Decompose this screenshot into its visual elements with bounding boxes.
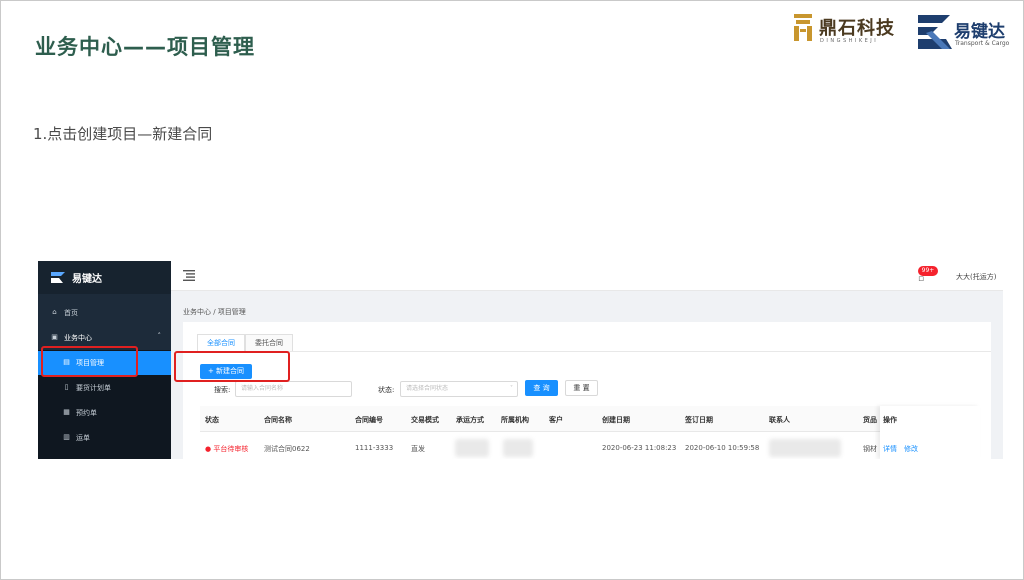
breadcrumb: 业务中心 / 项目管理	[183, 308, 246, 316]
col-goods: 货品	[863, 416, 877, 424]
yijianda-logo-tagline: Transport & Cargo	[955, 40, 1010, 47]
search-label: 搜索:	[214, 386, 231, 394]
col-actions: 操作	[883, 416, 897, 424]
menu-toggle-icon[interactable]	[183, 270, 195, 281]
reset-button[interactable]: 重 置	[565, 380, 598, 396]
dingshi-logo-name: 鼎石科技	[819, 18, 895, 39]
notification-icon[interactable]: ▫	[918, 274, 932, 288]
sidebar-brand: 易键达	[38, 261, 171, 294]
sidebar-item-waybill[interactable]: ▥ 运单	[38, 426, 171, 450]
col-code: 合同编号	[355, 416, 383, 424]
actions-column: 操作 详情 修改	[880, 406, 980, 459]
col-contact: 联系人	[769, 416, 790, 424]
row-mode: 直发	[411, 445, 425, 453]
sidebar-item-label: 预约单	[76, 409, 97, 417]
sidebar-item-appointment[interactable]: ▦ 预约单	[38, 401, 171, 425]
home-icon: ⌂	[52, 308, 57, 316]
slide-title: 业务中心——项目管理	[35, 35, 255, 59]
row-name: 测试合同0622	[264, 445, 310, 453]
highlight-new-contract	[174, 351, 290, 382]
col-carrier: 承运方式	[456, 416, 484, 424]
col-signed: 签订日期	[685, 416, 713, 424]
slide: 业务中心——项目管理 1.点击创建项目—新建合同 鼎石科技 DINGSHIKEJ…	[0, 0, 1024, 580]
sidebar-item-demand-plan[interactable]: ▯ 要货计划单	[38, 376, 171, 400]
document-icon: ▯	[64, 383, 69, 391]
details-link[interactable]: 详情	[883, 444, 897, 454]
yijianda-logo: 易键达 Transport & Cargo	[916, 11, 1016, 55]
row-code: 1111-3333	[355, 444, 394, 452]
col-org: 所属机构	[501, 416, 529, 424]
user-menu[interactable]: 大大(托运方)	[956, 272, 996, 282]
sidebar-item-label: 要货计划单	[76, 384, 111, 392]
slide-subtitle: 1.点击创建项目—新建合同	[33, 125, 213, 143]
row-status: ● 平台待审核	[205, 445, 249, 453]
table-header: 状态 合同名称 合同编号 交易模式 承运方式 所属机构 客户 创建日期 签订日期…	[200, 406, 980, 432]
redacted-carrier	[455, 439, 489, 457]
tab-all-contracts[interactable]: 全部合同	[197, 334, 245, 352]
col-mode: 交易模式	[411, 416, 439, 424]
yijianda-logo-icon	[918, 15, 952, 49]
col-status: 状态	[205, 416, 219, 424]
redacted-org	[503, 439, 533, 457]
list-icon: ▥	[63, 433, 70, 441]
highlight-project-menu	[41, 346, 138, 377]
sidebar-item-label: 首页	[64, 309, 78, 317]
row-created: 2020-06-23 11:08:23	[602, 444, 677, 452]
col-customer: 客户	[549, 416, 563, 424]
topbar: ▫ 99+ 大大(托运方)	[171, 261, 1003, 291]
redacted-contact	[769, 439, 841, 457]
calendar-icon: ▦	[63, 408, 70, 416]
dingshi-logo-icon	[794, 14, 812, 41]
notification-badge: 99+	[918, 266, 938, 276]
status-label: 状态:	[378, 386, 395, 394]
brand-name: 易键达	[72, 274, 102, 285]
edit-link[interactable]: 修改	[904, 444, 918, 454]
chevron-down-icon: ˅	[510, 385, 513, 392]
business-icon: ▣	[51, 333, 58, 341]
dingshi-logo: 鼎石科技 DINGSHIKEJI	[793, 13, 908, 47]
sidebar-item-label: 业务中心	[64, 334, 92, 342]
search-input[interactable]: 请输入合同名称	[235, 381, 352, 397]
status-select-placeholder: 请选择合同状态	[406, 385, 449, 392]
yijianda-logo-name: 易键达	[954, 22, 1005, 42]
sidebar-item-home[interactable]: ⌂ 首页	[38, 301, 171, 325]
row-goods: 钢材	[863, 445, 877, 453]
col-created: 创建日期	[602, 416, 630, 424]
query-button[interactable]: 查 询	[525, 380, 558, 396]
dingshi-logo-romanized: DINGSHIKEJI	[820, 38, 879, 44]
tabs-divider	[183, 351, 991, 352]
brand-logo-icon	[51, 272, 65, 283]
content-card: 全部合同 委托合同 + 新建合同 搜索: 请输入合同名称 状态: 请选择合同状态…	[183, 322, 991, 459]
chevron-up-icon: ˄	[157, 332, 162, 340]
col-name: 合同名称	[264, 416, 292, 424]
status-select[interactable]: 请选择合同状态 ˅	[400, 381, 518, 397]
tab-entrusted-contracts[interactable]: 委托合同	[245, 334, 293, 352]
row-signed: 2020-06-10 10:59:58	[685, 444, 760, 452]
sidebar-item-label: 运单	[76, 434, 90, 442]
